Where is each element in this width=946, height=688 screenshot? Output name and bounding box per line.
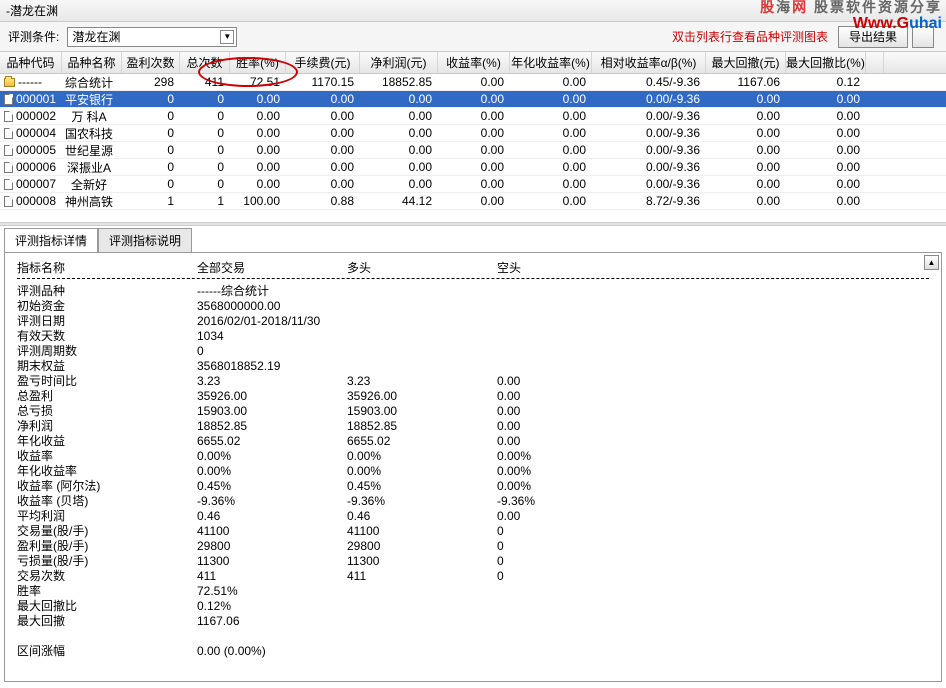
condition-label: 评测条件:: [8, 28, 59, 45]
detail-row: 总亏损15903.0015903.000.00: [17, 403, 929, 418]
detail-row: 盈亏时间比3.233.230.00: [17, 373, 929, 388]
table-row[interactable]: 000002万 科A000.000.000.000.000.000.00/-9.…: [0, 108, 946, 125]
detail-col-header: 空头: [497, 259, 647, 276]
detail-row: 期末权益3568018852.19: [17, 358, 929, 373]
col-header[interactable]: 最大回撤比(%): [786, 52, 866, 73]
detail-row: 收益率 (阿尔法)0.45%0.45%0.00%: [17, 478, 929, 493]
detail-row: 最大回撤1167.06: [17, 613, 929, 628]
detail-tabs: 评测指标详情 评测指标说明: [0, 228, 946, 252]
tab-desc[interactable]: 评测指标说明: [98, 228, 192, 252]
col-header[interactable]: 年化收益率(%): [510, 52, 592, 73]
table-row[interactable]: 000004国农科技000.000.000.000.000.000.00/-9.…: [0, 125, 946, 142]
detail-row: [17, 628, 929, 643]
splitter[interactable]: [0, 222, 946, 226]
col-header[interactable]: 收益率(%): [438, 52, 510, 73]
document-icon: [4, 145, 13, 156]
detail-row: 最大回撤比0.12%: [17, 598, 929, 613]
detail-col-header: 全部交易: [197, 259, 347, 276]
detail-row: 评测品种------综合统计: [17, 283, 929, 298]
detail-col-header: 指标名称: [17, 259, 197, 276]
detail-row: 收益率 (贝塔)-9.36%-9.36%-9.36%: [17, 493, 929, 508]
col-header[interactable]: 总次数: [180, 52, 230, 73]
divider: [17, 278, 929, 279]
detail-row: 交易量(股/手)41100411000: [17, 523, 929, 538]
detail-row: 交易次数4114110: [17, 568, 929, 583]
scroll-up-icon[interactable]: ▲: [924, 255, 939, 270]
detail-row: 年化收益率0.00%0.00%0.00%: [17, 463, 929, 478]
detail-row: 净利润18852.8518852.850.00: [17, 418, 929, 433]
col-header[interactable]: 品种名称: [62, 52, 122, 73]
detail-row: 评测周期数0: [17, 343, 929, 358]
tab-detail[interactable]: 评测指标详情: [4, 228, 98, 252]
table-row[interactable]: 000007全新好000.000.000.000.000.000.00/-9.3…: [0, 176, 946, 193]
detail-row: 年化收益6655.026655.020.00: [17, 433, 929, 448]
col-header[interactable]: 净利润(元): [360, 52, 438, 73]
results-grid: 品种代码品种名称盈利次数总次数胜率(%)手续费(元)净利润(元)收益率(%)年化…: [0, 52, 946, 222]
detail-panel: ▲ 指标名称全部交易多头空头 评测品种------综合统计初始资金3568000…: [4, 252, 942, 682]
document-icon: [4, 196, 13, 207]
col-header[interactable]: 最大回撤(元): [706, 52, 786, 73]
detail-row: 评测日期2016/02/01-2018/11/30: [17, 313, 929, 328]
detail-row: 胜率72.51%: [17, 583, 929, 598]
detail-row: 初始资金3568000000.00: [17, 298, 929, 313]
document-icon: [4, 179, 13, 190]
detail-row: 平均利润0.460.460.00: [17, 508, 929, 523]
detail-row: 有效天数1034: [17, 328, 929, 343]
detail-row: 盈利量(股/手)29800298000: [17, 538, 929, 553]
chevron-down-icon[interactable]: ▼: [220, 30, 234, 44]
col-header[interactable]: 盈利次数: [122, 52, 180, 73]
col-header[interactable]: 手续费(元): [286, 52, 360, 73]
table-row[interactable]: 000001平安银行000.000.000.000.000.000.00/-9.…: [0, 91, 946, 108]
col-header[interactable]: 品种代码: [0, 52, 62, 73]
detail-row: 亏损量(股/手)11300113000: [17, 553, 929, 568]
watermark: 股海网 股票软件资源分享 Www.Guhai: [760, 0, 942, 33]
detail-col-header: 多头: [347, 259, 497, 276]
folder-icon: [4, 78, 15, 87]
document-icon: [4, 111, 13, 122]
col-header[interactable]: 相对收益率α/β(%): [592, 52, 706, 73]
document-icon: [4, 162, 13, 173]
document-icon: [4, 128, 13, 139]
table-row[interactable]: ------综合统计29841172.511170.1518852.850.00…: [0, 74, 946, 91]
table-row[interactable]: 000006深振业A000.000.000.000.000.000.00/-9.…: [0, 159, 946, 176]
condition-combo[interactable]: 潜龙在渊 ▼: [67, 27, 237, 47]
document-icon: [4, 94, 13, 105]
window-title: -潜龙在渊: [6, 2, 58, 19]
detail-row: 总盈利35926.0035926.000.00: [17, 388, 929, 403]
col-header[interactable]: 胜率(%): [230, 52, 286, 73]
detail-row: 收益率0.00%0.00%0.00%: [17, 448, 929, 463]
grid-header[interactable]: 品种代码品种名称盈利次数总次数胜率(%)手续费(元)净利润(元)收益率(%)年化…: [0, 52, 946, 74]
table-row[interactable]: 000005世纪星源000.000.000.000.000.000.00/-9.…: [0, 142, 946, 159]
table-row[interactable]: 000008神州高铁11100.000.8844.120.000.008.72/…: [0, 193, 946, 210]
detail-row: 区间涨幅0.00 (0.00%): [17, 643, 929, 658]
